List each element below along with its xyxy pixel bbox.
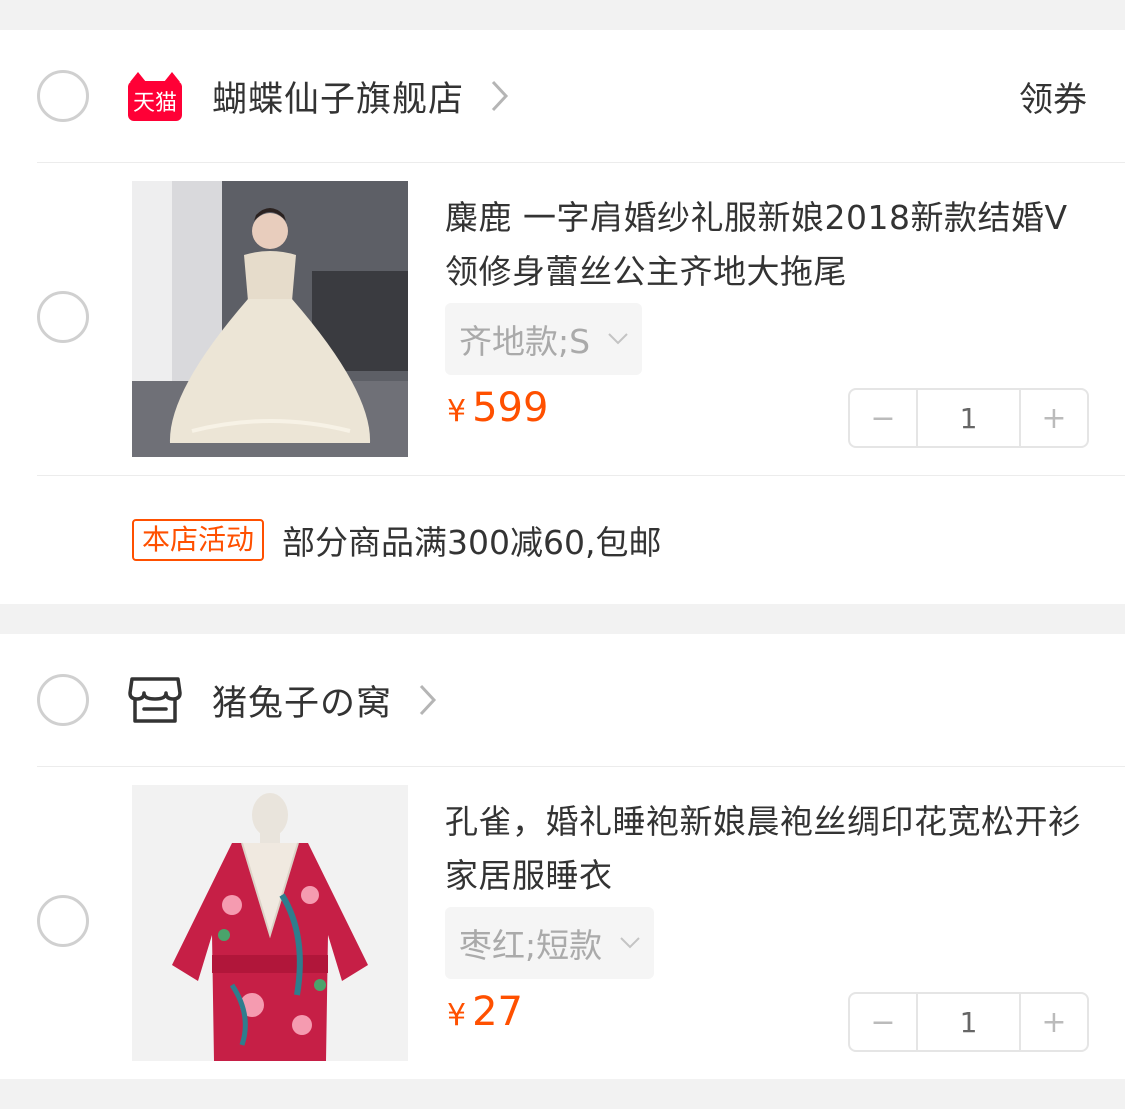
spec-label: 齐地款;S (459, 322, 591, 361)
chevron-right-icon[interactable] (490, 79, 510, 113)
currency-symbol: ¥ (447, 394, 467, 429)
shop-header: 猪兔子の窝 (0, 634, 1125, 766)
quantity-stepper: − 1 + (848, 388, 1089, 448)
currency-symbol: ¥ (447, 998, 467, 1033)
increase-button[interactable]: + (1021, 390, 1087, 446)
quantity-value[interactable]: 1 (916, 390, 1021, 446)
tmall-icon: 天猫 (127, 68, 183, 124)
top-gap (0, 0, 1125, 30)
quantity-stepper: − 1 + (848, 992, 1089, 1052)
increase-button[interactable]: + (1021, 994, 1087, 1050)
cart-item: 孔雀，婚礼睡袍新娘晨袍丝绸印花宽松开衫家居服睡衣 枣红;短款 ¥ 27 − 1 … (0, 767, 1125, 1079)
product-title[interactable]: 孔雀，婚礼睡袍新娘晨袍丝绸印花宽松开衫家居服睡衣 (445, 795, 1085, 903)
decrease-button[interactable]: − (850, 390, 916, 446)
shop-card-2: 猪兔子の窝 孔雀，婚礼睡袍新娘晨袍丝绸印花宽松开衫家居服睡衣 枣红;短款 ¥ 2… (0, 634, 1125, 1079)
spec-selector[interactable]: 枣红;短款 (445, 907, 655, 979)
promo-tag: 本店活动 (132, 519, 265, 561)
chevron-down-icon (620, 937, 640, 949)
chevron-right-icon[interactable] (418, 683, 438, 717)
section-gap (0, 604, 1125, 634)
price: ¥ 27 (447, 989, 523, 1035)
shop-select-radio[interactable] (37, 70, 89, 122)
coupon-button[interactable]: 领券 (1019, 72, 1087, 121)
product-title[interactable]: 麋鹿 一字肩婚纱礼服新娘2018新款结婚V领修身蕾丝公主齐地大拖尾 (445, 191, 1085, 299)
decrease-button[interactable]: − (850, 994, 916, 1050)
shop-card-1: 天猫 蝴蝶仙子旗舰店 领券 麋鹿 一字肩婚纱礼服新娘2018新款结婚V领修身蕾丝… (0, 30, 1125, 604)
cart-item: 麋鹿 一字肩婚纱礼服新娘2018新款结婚V领修身蕾丝公主齐地大拖尾 齐地款;S … (0, 163, 1125, 475)
item-select-radio[interactable] (37, 895, 89, 947)
price: ¥ 599 (447, 385, 548, 431)
spec-label: 枣红;短款 (459, 926, 603, 965)
promo-text[interactable]: 部分商品满300减60,包邮 (282, 516, 661, 564)
price-value: 599 (472, 385, 549, 431)
price-value: 27 (472, 989, 523, 1035)
shop-header: 天猫 蝴蝶仙子旗舰店 领券 (0, 30, 1125, 162)
shop-promotion: 本店活动 部分商品满300减60,包邮 (0, 476, 1125, 604)
product-image-robe[interactable] (132, 785, 408, 1061)
spec-selector[interactable]: 齐地款;S (445, 303, 643, 375)
item-select-radio[interactable] (37, 291, 89, 343)
tmall-logo: 天猫 (128, 72, 182, 121)
product-image-wedding-dress[interactable] (132, 181, 408, 457)
shop-select-radio[interactable] (37, 674, 89, 726)
chevron-down-icon (608, 333, 628, 345)
store-icon (127, 672, 183, 728)
quantity-value[interactable]: 1 (916, 994, 1021, 1050)
shop-name[interactable]: 蝴蝶仙子旗舰店 (212, 71, 464, 122)
shop-name[interactable]: 猪兔子の窝 (212, 675, 392, 726)
